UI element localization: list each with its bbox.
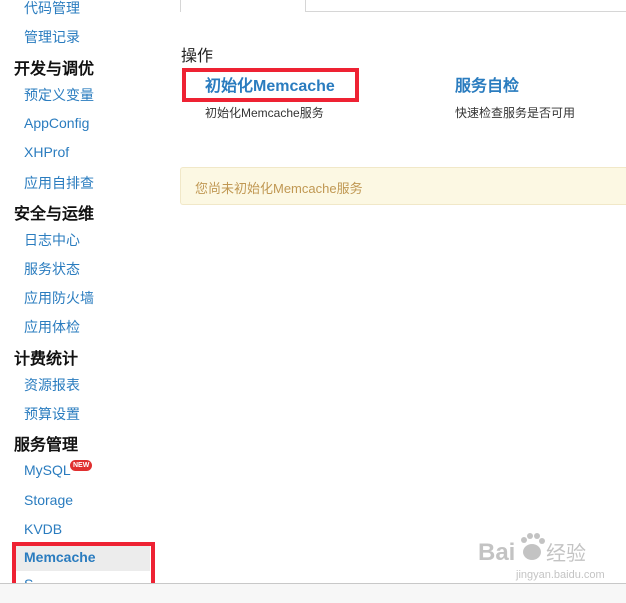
tab-active[interactable] bbox=[180, 0, 306, 12]
sidebar-heading-service-management: 服务管理 bbox=[14, 437, 79, 454]
sidebar-item-budget-settings[interactable]: 预算设置 bbox=[24, 404, 80, 424]
sidebar-item-mysql[interactable]: MySQL bbox=[24, 462, 71, 478]
notice-alert: 您尚未初始化Memcache服务 bbox=[180, 167, 626, 205]
init-memcache-desc: 初始化Memcache服务 bbox=[205, 106, 324, 120]
tab-divider bbox=[306, 11, 626, 12]
section-title: 操作 bbox=[181, 48, 214, 65]
sidebar-item-management-log[interactable]: 管理记录 bbox=[24, 27, 80, 47]
sidebar-heading-security-ops: 安全与运维 bbox=[14, 206, 95, 223]
sidebar-item-xhprof[interactable]: XHProf bbox=[24, 144, 69, 160]
sidebar-item-resource-report[interactable]: 资源报表 bbox=[24, 375, 80, 395]
sidebar-item-appconfig[interactable]: AppConfig bbox=[24, 115, 89, 131]
service-self-check-link[interactable]: 服务自检 bbox=[455, 72, 519, 96]
sidebar-item-code-management[interactable]: 代码管理 bbox=[24, 0, 80, 18]
svg-text:Bai: Bai bbox=[478, 539, 515, 566]
sidebar-item-health-check[interactable]: 应用体检 bbox=[24, 317, 80, 337]
sidebar-item-kvdb[interactable]: KVDB bbox=[24, 521, 62, 537]
new-badge: NEW bbox=[70, 460, 93, 471]
sidebar-item-service-status[interactable]: 服务状态 bbox=[24, 259, 80, 279]
svg-text:经验: 经验 bbox=[546, 541, 586, 565]
sidebar-item-log-center[interactable]: 日志中心 bbox=[24, 230, 80, 250]
sidebar-nav: 代码管理 管理记录 开发与调优 预定义变量 AppConfig XHProf 应… bbox=[0, 0, 165, 603]
sidebar-item-firewall[interactable]: 应用防火墙 bbox=[24, 288, 94, 308]
service-self-check-desc: 快速检查服务是否可用 bbox=[455, 106, 576, 120]
notice-text: 您尚未初始化Memcache服务 bbox=[195, 181, 363, 196]
svg-text:jingyan.baidu.com: jingyan.baidu.com bbox=[515, 569, 605, 581]
baidu-watermark-icon: Bai 经验 jingyan.baidu.com bbox=[478, 533, 605, 581]
sidebar-item-storage[interactable]: Storage bbox=[24, 492, 73, 508]
sidebar-item-self-check[interactable]: 应用自排查 bbox=[24, 173, 94, 193]
sidebar-heading-dev-tuning: 开发与调优 bbox=[14, 61, 95, 78]
sidebar-item-predefined-variables[interactable]: 预定义变量 bbox=[24, 85, 94, 105]
sidebar-heading-billing: 计费统计 bbox=[14, 351, 79, 368]
highlight-box-init bbox=[182, 68, 359, 102]
window-bottom-bar bbox=[0, 584, 626, 603]
